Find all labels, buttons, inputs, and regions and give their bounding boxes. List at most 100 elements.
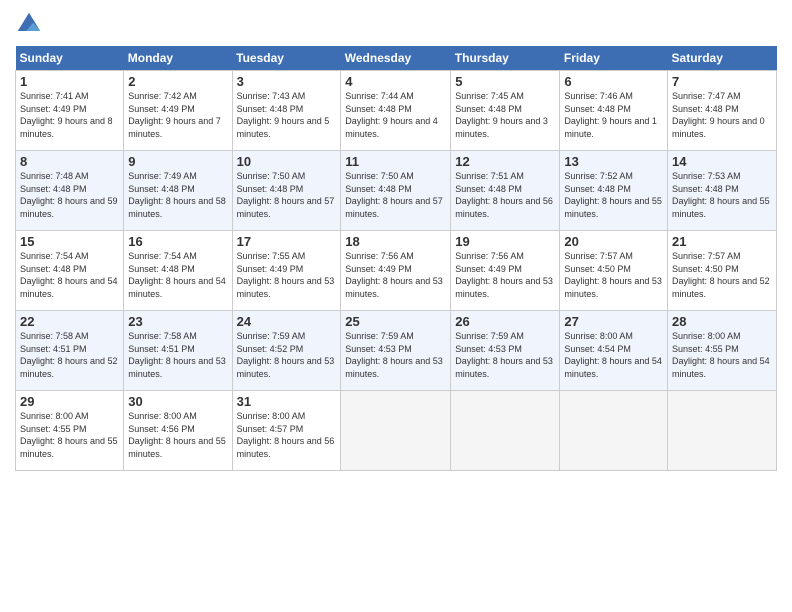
weekday-header: Friday bbox=[560, 46, 668, 71]
calendar-cell: 13Sunrise: 7:52 AMSunset: 4:48 PMDayligh… bbox=[560, 151, 668, 231]
calendar-cell: 12Sunrise: 7:51 AMSunset: 4:48 PMDayligh… bbox=[451, 151, 560, 231]
calendar-cell bbox=[451, 391, 560, 471]
day-info: Sunrise: 7:59 AMSunset: 4:53 PMDaylight:… bbox=[345, 330, 446, 380]
day-number: 2 bbox=[128, 74, 227, 89]
day-number: 5 bbox=[455, 74, 555, 89]
weekday-header: Wednesday bbox=[341, 46, 451, 71]
day-info: Sunrise: 7:57 AMSunset: 4:50 PMDaylight:… bbox=[672, 250, 772, 300]
day-number: 23 bbox=[128, 314, 227, 329]
day-info: Sunrise: 7:50 AMSunset: 4:48 PMDaylight:… bbox=[237, 170, 337, 220]
calendar-cell: 16Sunrise: 7:54 AMSunset: 4:48 PMDayligh… bbox=[124, 231, 232, 311]
calendar-cell: 29Sunrise: 8:00 AMSunset: 4:55 PMDayligh… bbox=[16, 391, 124, 471]
day-info: Sunrise: 7:50 AMSunset: 4:48 PMDaylight:… bbox=[345, 170, 446, 220]
day-number: 30 bbox=[128, 394, 227, 409]
day-info: Sunrise: 7:52 AMSunset: 4:48 PMDaylight:… bbox=[564, 170, 663, 220]
day-info: Sunrise: 7:56 AMSunset: 4:49 PMDaylight:… bbox=[345, 250, 446, 300]
logo-icon bbox=[15, 10, 43, 38]
calendar-cell: 15Sunrise: 7:54 AMSunset: 4:48 PMDayligh… bbox=[16, 231, 124, 311]
day-info: Sunrise: 7:58 AMSunset: 4:51 PMDaylight:… bbox=[128, 330, 227, 380]
calendar-week-row: 29Sunrise: 8:00 AMSunset: 4:55 PMDayligh… bbox=[16, 391, 777, 471]
header bbox=[15, 10, 777, 38]
day-number: 11 bbox=[345, 154, 446, 169]
calendar-cell: 21Sunrise: 7:57 AMSunset: 4:50 PMDayligh… bbox=[668, 231, 777, 311]
calendar-cell: 9Sunrise: 7:49 AMSunset: 4:48 PMDaylight… bbox=[124, 151, 232, 231]
calendar-cell: 8Sunrise: 7:48 AMSunset: 4:48 PMDaylight… bbox=[16, 151, 124, 231]
day-number: 19 bbox=[455, 234, 555, 249]
calendar-cell: 30Sunrise: 8:00 AMSunset: 4:56 PMDayligh… bbox=[124, 391, 232, 471]
page-container: SundayMondayTuesdayWednesdayThursdayFrid… bbox=[0, 0, 792, 481]
calendar-cell: 28Sunrise: 8:00 AMSunset: 4:55 PMDayligh… bbox=[668, 311, 777, 391]
day-number: 29 bbox=[20, 394, 119, 409]
logo bbox=[15, 10, 47, 38]
day-info: Sunrise: 8:00 AMSunset: 4:54 PMDaylight:… bbox=[564, 330, 663, 380]
day-info: Sunrise: 7:59 AMSunset: 4:52 PMDaylight:… bbox=[237, 330, 337, 380]
weekday-header: Sunday bbox=[16, 46, 124, 71]
day-info: Sunrise: 7:41 AMSunset: 4:49 PMDaylight:… bbox=[20, 90, 119, 140]
weekday-header: Thursday bbox=[451, 46, 560, 71]
calendar-table: SundayMondayTuesdayWednesdayThursdayFrid… bbox=[15, 46, 777, 471]
day-info: Sunrise: 8:00 AMSunset: 4:55 PMDaylight:… bbox=[672, 330, 772, 380]
day-number: 22 bbox=[20, 314, 119, 329]
day-number: 3 bbox=[237, 74, 337, 89]
day-info: Sunrise: 8:00 AMSunset: 4:57 PMDaylight:… bbox=[237, 410, 337, 460]
day-info: Sunrise: 7:47 AMSunset: 4:48 PMDaylight:… bbox=[672, 90, 772, 140]
weekday-header: Tuesday bbox=[232, 46, 341, 71]
day-info: Sunrise: 7:43 AMSunset: 4:48 PMDaylight:… bbox=[237, 90, 337, 140]
calendar-cell: 17Sunrise: 7:55 AMSunset: 4:49 PMDayligh… bbox=[232, 231, 341, 311]
calendar-cell: 6Sunrise: 7:46 AMSunset: 4:48 PMDaylight… bbox=[560, 71, 668, 151]
calendar-cell bbox=[560, 391, 668, 471]
day-number: 6 bbox=[564, 74, 663, 89]
day-info: Sunrise: 7:51 AMSunset: 4:48 PMDaylight:… bbox=[455, 170, 555, 220]
calendar-cell: 14Sunrise: 7:53 AMSunset: 4:48 PMDayligh… bbox=[668, 151, 777, 231]
day-number: 24 bbox=[237, 314, 337, 329]
calendar-week-row: 15Sunrise: 7:54 AMSunset: 4:48 PMDayligh… bbox=[16, 231, 777, 311]
calendar-cell: 5Sunrise: 7:45 AMSunset: 4:48 PMDaylight… bbox=[451, 71, 560, 151]
day-info: Sunrise: 7:42 AMSunset: 4:49 PMDaylight:… bbox=[128, 90, 227, 140]
day-info: Sunrise: 7:59 AMSunset: 4:53 PMDaylight:… bbox=[455, 330, 555, 380]
calendar-cell: 19Sunrise: 7:56 AMSunset: 4:49 PMDayligh… bbox=[451, 231, 560, 311]
calendar-cell: 2Sunrise: 7:42 AMSunset: 4:49 PMDaylight… bbox=[124, 71, 232, 151]
day-number: 12 bbox=[455, 154, 555, 169]
day-info: Sunrise: 7:49 AMSunset: 4:48 PMDaylight:… bbox=[128, 170, 227, 220]
calendar-cell: 20Sunrise: 7:57 AMSunset: 4:50 PMDayligh… bbox=[560, 231, 668, 311]
day-number: 14 bbox=[672, 154, 772, 169]
calendar-cell: 22Sunrise: 7:58 AMSunset: 4:51 PMDayligh… bbox=[16, 311, 124, 391]
calendar-week-row: 8Sunrise: 7:48 AMSunset: 4:48 PMDaylight… bbox=[16, 151, 777, 231]
calendar-cell: 4Sunrise: 7:44 AMSunset: 4:48 PMDaylight… bbox=[341, 71, 451, 151]
day-info: Sunrise: 7:45 AMSunset: 4:48 PMDaylight:… bbox=[455, 90, 555, 140]
day-number: 8 bbox=[20, 154, 119, 169]
calendar-cell: 23Sunrise: 7:58 AMSunset: 4:51 PMDayligh… bbox=[124, 311, 232, 391]
calendar-cell: 24Sunrise: 7:59 AMSunset: 4:52 PMDayligh… bbox=[232, 311, 341, 391]
calendar-cell: 10Sunrise: 7:50 AMSunset: 4:48 PMDayligh… bbox=[232, 151, 341, 231]
day-number: 7 bbox=[672, 74, 772, 89]
day-info: Sunrise: 7:54 AMSunset: 4:48 PMDaylight:… bbox=[20, 250, 119, 300]
day-number: 1 bbox=[20, 74, 119, 89]
day-info: Sunrise: 8:00 AMSunset: 4:55 PMDaylight:… bbox=[20, 410, 119, 460]
day-info: Sunrise: 7:48 AMSunset: 4:48 PMDaylight:… bbox=[20, 170, 119, 220]
calendar-cell: 26Sunrise: 7:59 AMSunset: 4:53 PMDayligh… bbox=[451, 311, 560, 391]
day-number: 4 bbox=[345, 74, 446, 89]
day-number: 28 bbox=[672, 314, 772, 329]
calendar-week-row: 22 Sunrise: 7:58 AMSunset: 4:51 PMDayligh… bbox=[16, 311, 777, 391]
weekday-header: Saturday bbox=[668, 46, 777, 71]
calendar-cell: 1Sunrise: 7:41 AMSunset: 4:49 PMDaylight… bbox=[16, 71, 124, 151]
calendar-cell: 27Sunrise: 8:00 AMSunset: 4:54 PMDayligh… bbox=[560, 311, 668, 391]
day-info: Sunrise: 7:57 AMSunset: 4:50 PMDaylight:… bbox=[564, 250, 663, 300]
calendar-body: 1Sunrise: 7:41 AMSunset: 4:49 PMDaylight… bbox=[16, 71, 777, 471]
calendar-cell bbox=[341, 391, 451, 471]
day-info: Sunrise: 7:54 AMSunset: 4:48 PMDaylight:… bbox=[128, 250, 227, 300]
calendar-cell: 11Sunrise: 7:50 AMSunset: 4:48 PMDayligh… bbox=[341, 151, 451, 231]
day-number: 17 bbox=[237, 234, 337, 249]
calendar-cell: 25Sunrise: 7:59 AMSunset: 4:53 PMDayligh… bbox=[341, 311, 451, 391]
calendar-cell: 31Sunrise: 8:00 AMSunset: 4:57 PMDayligh… bbox=[232, 391, 341, 471]
day-number: 16 bbox=[128, 234, 227, 249]
day-info: Sunrise: 7:55 AMSunset: 4:49 PMDaylight:… bbox=[237, 250, 337, 300]
day-number: 10 bbox=[237, 154, 337, 169]
day-number: 9 bbox=[128, 154, 227, 169]
day-number: 18 bbox=[345, 234, 446, 249]
day-number: 21 bbox=[672, 234, 772, 249]
day-number: 25 bbox=[345, 314, 446, 329]
day-number: 13 bbox=[564, 154, 663, 169]
day-info: Sunrise: 7:46 AMSunset: 4:48 PMDaylight:… bbox=[564, 90, 663, 140]
calendar-cell: 7Sunrise: 7:47 AMSunset: 4:48 PMDaylight… bbox=[668, 71, 777, 151]
